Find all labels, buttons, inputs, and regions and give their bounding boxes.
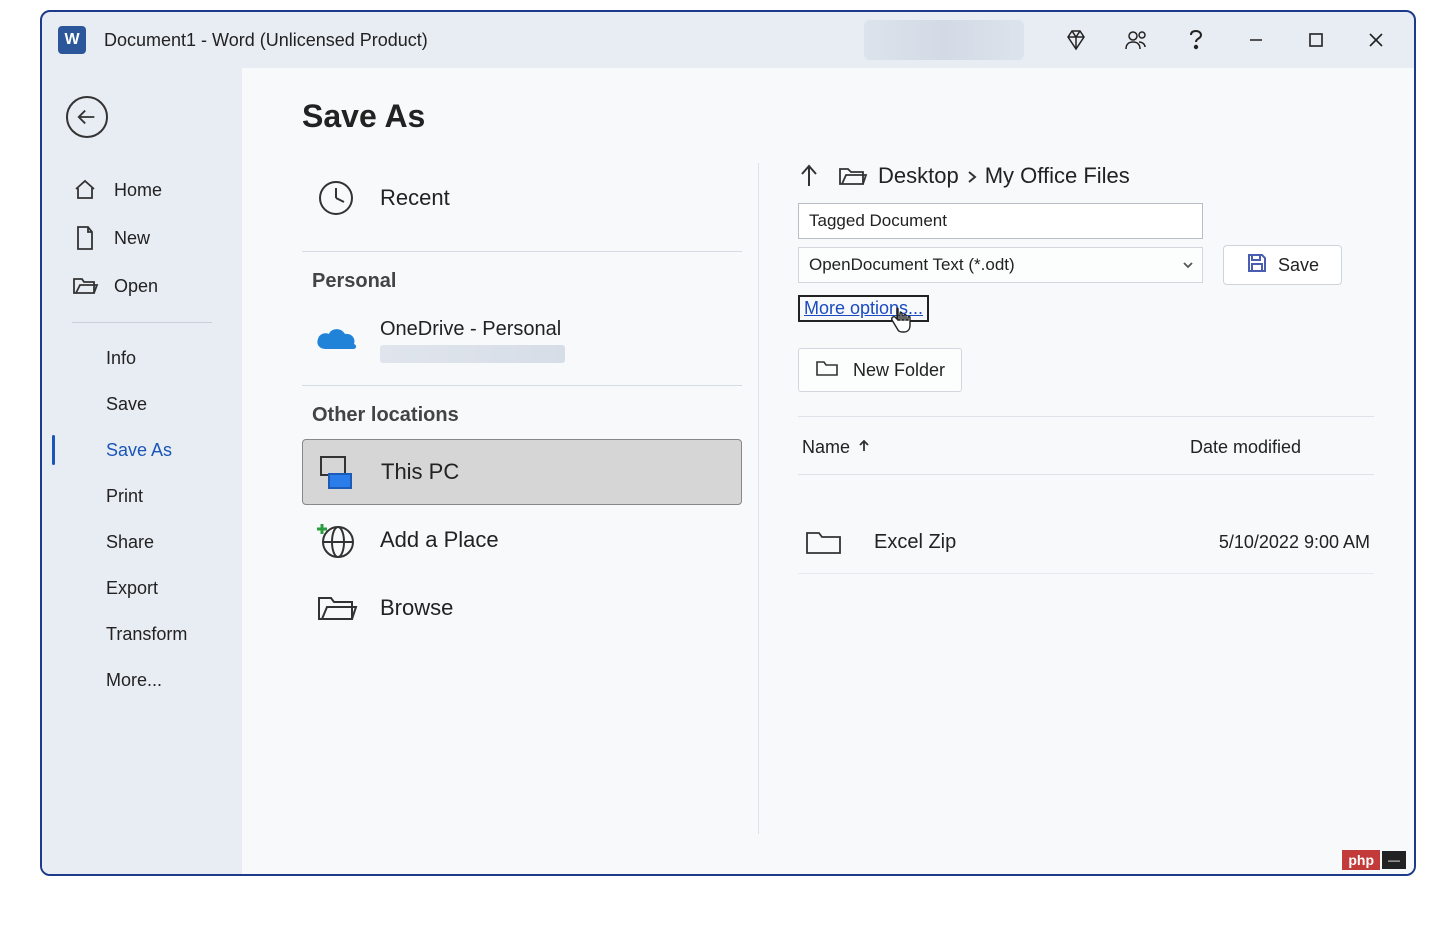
- nav-export[interactable]: Export: [42, 565, 242, 611]
- nav-transform-label: Transform: [106, 624, 187, 645]
- nav-share[interactable]: Share: [42, 519, 242, 565]
- browse-icon: [314, 586, 358, 630]
- back-button[interactable]: [66, 96, 108, 138]
- add-place-icon: [314, 518, 358, 562]
- help-icon[interactable]: [1168, 17, 1224, 63]
- location-recent-label: Recent: [380, 185, 450, 211]
- locations-personal-header: Personal: [312, 270, 742, 293]
- nav-info[interactable]: Info: [42, 335, 242, 381]
- nav-home[interactable]: Home: [42, 166, 242, 214]
- open-icon: [72, 273, 98, 299]
- new-icon: [72, 225, 98, 251]
- breadcrumb-folder[interactable]: My Office Files: [985, 163, 1130, 189]
- filename-input[interactable]: Tagged Document: [798, 203, 1203, 239]
- location-onedrive-text: OneDrive - Personal: [380, 318, 565, 363]
- filename-value: Tagged Document: [809, 211, 947, 231]
- location-onedrive-label: OneDrive - Personal: [380, 318, 565, 341]
- save-icon: [1246, 252, 1268, 279]
- backstage-sidebar: Home New Open Info Save Save As Print Sh…: [42, 68, 242, 874]
- more-options-link[interactable]: More options...: [798, 295, 929, 322]
- sidebar-divider: [72, 322, 212, 323]
- nav-info-label: Info: [106, 348, 136, 369]
- account-area-blurred: [864, 20, 1024, 60]
- minimize-button[interactable]: [1228, 17, 1284, 63]
- chevron-right-icon: [967, 164, 977, 190]
- new-folder-button[interactable]: New Folder: [798, 348, 962, 392]
- location-add-place[interactable]: Add a Place: [302, 507, 742, 573]
- nav-more-label: More...: [106, 670, 162, 691]
- nav-save-label: Save: [106, 394, 147, 415]
- column-name-label: Name: [802, 437, 850, 458]
- nav-transform[interactable]: Transform: [42, 611, 242, 657]
- onedrive-account-blurred: [380, 345, 565, 363]
- column-modified[interactable]: Date modified: [1190, 437, 1370, 458]
- titlebar-right: [864, 17, 1404, 63]
- word-icon: W: [58, 26, 86, 54]
- breadcrumb: Desktop My Office Files: [798, 163, 1374, 189]
- maximize-button[interactable]: [1288, 17, 1344, 63]
- window-title: Document1 - Word (Unlicensed Product): [104, 30, 428, 51]
- panel-vertical-divider: [758, 163, 759, 834]
- location-browse-label: Browse: [380, 595, 453, 621]
- column-modified-label: Date modified: [1190, 437, 1301, 457]
- filetype-dropdown[interactable]: OpenDocument Text (*.odt): [798, 247, 1203, 283]
- save-panel: Desktop My Office Files Tagged Document …: [742, 163, 1414, 874]
- nav-home-label: Home: [114, 180, 162, 201]
- nav-open[interactable]: Open: [42, 262, 242, 310]
- file-row[interactable]: Excel Zip 5/10/2022 9:00 AM: [798, 511, 1374, 574]
- nav-open-label: Open: [114, 276, 158, 297]
- watermark-php: php: [1342, 850, 1380, 870]
- diamond-icon[interactable]: [1048, 17, 1104, 63]
- folder-icon: [838, 165, 866, 187]
- nav-share-label: Share: [106, 532, 154, 553]
- location-this-pc-label: This PC: [381, 459, 459, 485]
- location-this-pc[interactable]: This PC: [302, 439, 742, 505]
- location-browse[interactable]: Browse: [302, 575, 742, 641]
- new-folder-label: New Folder: [853, 360, 945, 381]
- titlebar: W Document1 - Word (Unlicensed Product): [42, 12, 1414, 68]
- recent-icon: [314, 176, 358, 220]
- location-recent[interactable]: Recent: [302, 165, 742, 231]
- watermark-box: —: [1382, 851, 1406, 869]
- nav-export-label: Export: [106, 578, 158, 599]
- location-onedrive[interactable]: OneDrive - Personal: [302, 305, 742, 375]
- folder-icon: [802, 525, 846, 559]
- file-name: Excel Zip: [874, 531, 1170, 554]
- onedrive-icon: [314, 318, 358, 362]
- page-title: Save As: [302, 98, 1414, 135]
- sort-ascending-icon: [858, 437, 870, 458]
- backstage-content: Save As Recent Personal: [242, 68, 1414, 874]
- locations-panel: Recent Personal OneDrive - Personal: [242, 163, 742, 874]
- nav-new-label: New: [114, 228, 150, 249]
- location-add-place-label: Add a Place: [380, 527, 499, 553]
- up-one-level-button[interactable]: [798, 164, 820, 188]
- close-button[interactable]: [1348, 17, 1404, 63]
- column-name[interactable]: Name: [802, 437, 1190, 458]
- file-date: 5/10/2022 9:00 AM: [1170, 532, 1370, 553]
- nav-more[interactable]: More...: [42, 657, 242, 703]
- watermark: php —: [1342, 850, 1406, 870]
- home-icon: [72, 177, 98, 203]
- filetype-value: OpenDocument Text (*.odt): [809, 255, 1015, 275]
- nav-save[interactable]: Save: [42, 381, 242, 427]
- save-button-label: Save: [1278, 255, 1319, 276]
- nav-new[interactable]: New: [42, 214, 242, 262]
- nav-save-as-label: Save As: [106, 440, 172, 461]
- save-button[interactable]: Save: [1223, 245, 1342, 285]
- new-folder-icon: [815, 358, 839, 383]
- file-list-headers: Name Date modified: [798, 417, 1374, 474]
- account-icon[interactable]: [1108, 17, 1164, 63]
- nav-save-as[interactable]: Save As: [42, 427, 242, 473]
- locations-other-header: Other locations: [312, 404, 742, 427]
- main-area: Home New Open Info Save Save As Print Sh…: [42, 68, 1414, 874]
- app-window: W Document1 - Word (Unlicensed Product): [40, 10, 1416, 876]
- this-pc-icon: [315, 450, 359, 494]
- chevron-down-icon: [1182, 255, 1194, 275]
- nav-print[interactable]: Print: [42, 473, 242, 519]
- nav-print-label: Print: [106, 486, 143, 507]
- file-list: Excel Zip 5/10/2022 9:00 AM: [798, 475, 1374, 574]
- breadcrumb-desktop[interactable]: Desktop: [878, 163, 959, 189]
